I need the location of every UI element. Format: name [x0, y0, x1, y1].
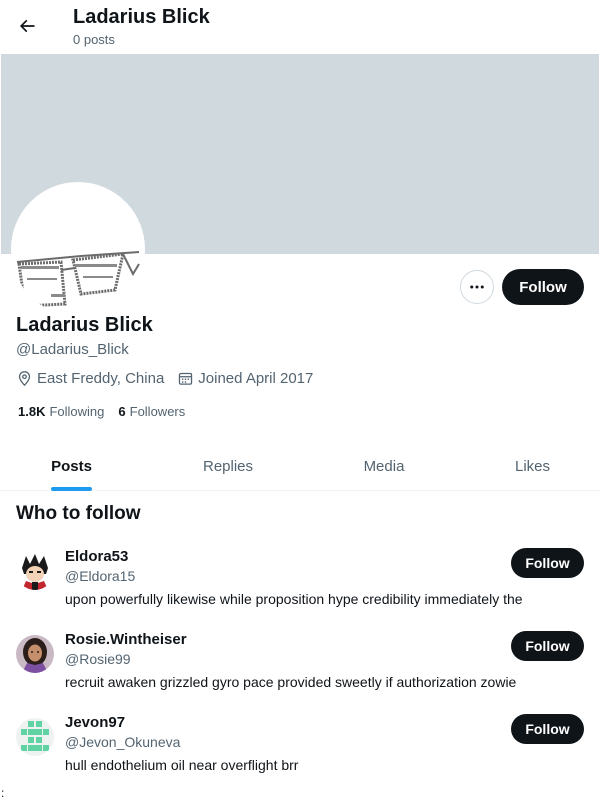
tab-posts[interactable]: Posts: [0, 441, 143, 491]
avatar[interactable]: [16, 718, 54, 756]
profile-avatar[interactable]: [11, 182, 145, 316]
suggestion-item[interactable]: Eldora53 @Eldora15 upon powerfully likew…: [0, 548, 600, 630]
follow-stats: 1.8K Following 6 Followers: [18, 404, 199, 419]
more-horizontal-icon: [470, 285, 484, 289]
follow-button[interactable]: Follow: [502, 269, 584, 305]
who-to-follow-title: Who to follow: [16, 503, 141, 524]
arrow-left-icon: [19, 19, 35, 33]
location-text: East Freddy, China: [37, 370, 165, 387]
suggestion-bio: hull endothelium oil near overflight brr: [65, 757, 299, 773]
following-label: Following: [49, 404, 105, 419]
tab-replies[interactable]: Replies: [143, 441, 313, 491]
profile-handle: @Ladarius_Blick: [16, 341, 129, 358]
suggestion-name[interactable]: Rosie.Wintheiser: [65, 631, 187, 648]
follow-jevon97-button[interactable]: Follow: [511, 714, 584, 744]
profile-tabs: Posts Replies Media Likes: [0, 441, 600, 491]
avatar[interactable]: [16, 635, 54, 673]
joined-text: Joined April 2017: [198, 370, 314, 387]
suggestion-handle: @Rosie99: [65, 651, 131, 667]
follow-eldora53-button[interactable]: Follow: [511, 548, 584, 578]
followers-count: 6: [118, 404, 126, 419]
identicon-avatar-icon: [16, 718, 54, 756]
profile-meta: East Freddy, China Joined April 2017: [16, 370, 326, 387]
anime-character-avatar-icon: [16, 552, 54, 590]
suggestion-bio: upon powerfully likewise while propositi…: [65, 591, 523, 607]
profile-name: Ladarius Blick: [16, 314, 153, 336]
suggestion-name[interactable]: Jevon97: [65, 714, 125, 731]
follow-rosie-button[interactable]: Follow: [511, 631, 584, 661]
following-count: 1.8K: [18, 404, 46, 419]
active-tab-indicator: [51, 487, 92, 491]
stray-colon-text: :: [1, 786, 5, 800]
glasses-sketch-image: [16, 251, 140, 308]
tab-likes[interactable]: Likes: [465, 441, 600, 491]
suggestion-bio: recruit awaken grizzled gyro pace provid…: [65, 674, 517, 690]
tab-media[interactable]: Media: [313, 441, 455, 491]
suggestion-item[interactable]: Rosie.Wintheiser @Rosie99 recruit awaken…: [0, 631, 600, 713]
avatar[interactable]: [16, 552, 54, 590]
top-bar: Ladarius Blick 0 posts: [0, 0, 600, 54]
followers-link[interactable]: 6 Followers: [118, 404, 185, 419]
header-post-count: 0 posts: [73, 32, 115, 47]
followers-label: Followers: [129, 404, 186, 419]
header-title: Ladarius Blick: [73, 6, 210, 28]
back-button[interactable]: [10, 9, 44, 43]
more-options-button[interactable]: [460, 270, 494, 304]
suggestion-name[interactable]: Eldora53: [65, 548, 128, 565]
location-pin-icon: [18, 371, 31, 387]
calendar-icon: [179, 372, 193, 385]
joined-item: Joined April 2017: [177, 370, 313, 387]
portrait-avatar-icon: [16, 635, 54, 673]
location-item: East Freddy, China: [16, 370, 164, 387]
suggestion-handle: @Jevon_Okuneva: [65, 734, 181, 750]
suggestion-item[interactable]: Jevon97 @Jevon_Okuneva hull endothelium …: [0, 714, 600, 796]
following-link[interactable]: 1.8K Following: [18, 404, 104, 419]
suggestion-handle: @Eldora15: [65, 568, 136, 584]
